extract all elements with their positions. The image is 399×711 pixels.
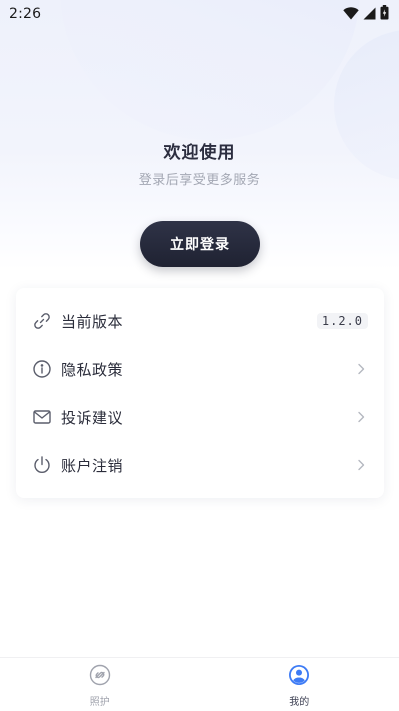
menu-item-label: 当前版本 — [61, 312, 124, 331]
battery-icon — [380, 4, 389, 24]
chevron-right-icon — [354, 458, 368, 472]
chevron-right-icon — [354, 362, 368, 376]
link-icon — [32, 311, 52, 331]
login-button[interactable]: 立即登录 — [140, 221, 260, 267]
care-icon — [89, 664, 111, 690]
menu-item-label: 账户注销 — [61, 456, 124, 475]
status-bar: 2:26 — [0, 0, 399, 28]
welcome-title: 欢迎使用 — [163, 143, 236, 163]
menu-item-privacy-policy[interactable]: 隐私政策 — [16, 345, 384, 393]
tab-care[interactable]: 照护 — [0, 658, 200, 711]
menu-item-label: 投诉建议 — [61, 408, 124, 427]
power-icon — [32, 455, 52, 475]
profile-screen: 2:26 欢迎使用 登录后享受更多服务 立即登录 当前版本 1.2.0 隐私政策… — [0, 0, 399, 711]
menu-item-account-deletion[interactable]: 账户注销 — [16, 441, 384, 489]
chevron-right-icon — [354, 410, 368, 424]
info-icon — [32, 359, 52, 379]
status-time: 2:26 — [9, 6, 42, 22]
version-value: 1.2.0 — [316, 313, 368, 329]
wifi-icon — [343, 5, 359, 24]
tab-label: 我的 — [289, 696, 310, 708]
tab-label: 照护 — [89, 696, 110, 708]
welcome-section: 欢迎使用 登录后享受更多服务 — [0, 138, 399, 188]
menu-item-version[interactable]: 当前版本 1.2.0 — [16, 297, 384, 345]
status-icons — [343, 4, 389, 24]
tab-mine[interactable]: 我的 — [200, 658, 399, 711]
welcome-subtitle: 登录后享受更多服务 — [138, 173, 261, 188]
menu-item-label: 隐私政策 — [61, 360, 124, 379]
profile-icon — [288, 664, 310, 690]
signal-icon — [363, 5, 376, 24]
menu-item-feedback[interactable]: 投诉建议 — [16, 393, 384, 441]
bottom-tab-bar: 照护 我的 — [0, 657, 399, 711]
mail-icon — [32, 407, 52, 427]
settings-menu: 当前版本 1.2.0 隐私政策 投诉建议 账户注销 — [16, 288, 384, 498]
